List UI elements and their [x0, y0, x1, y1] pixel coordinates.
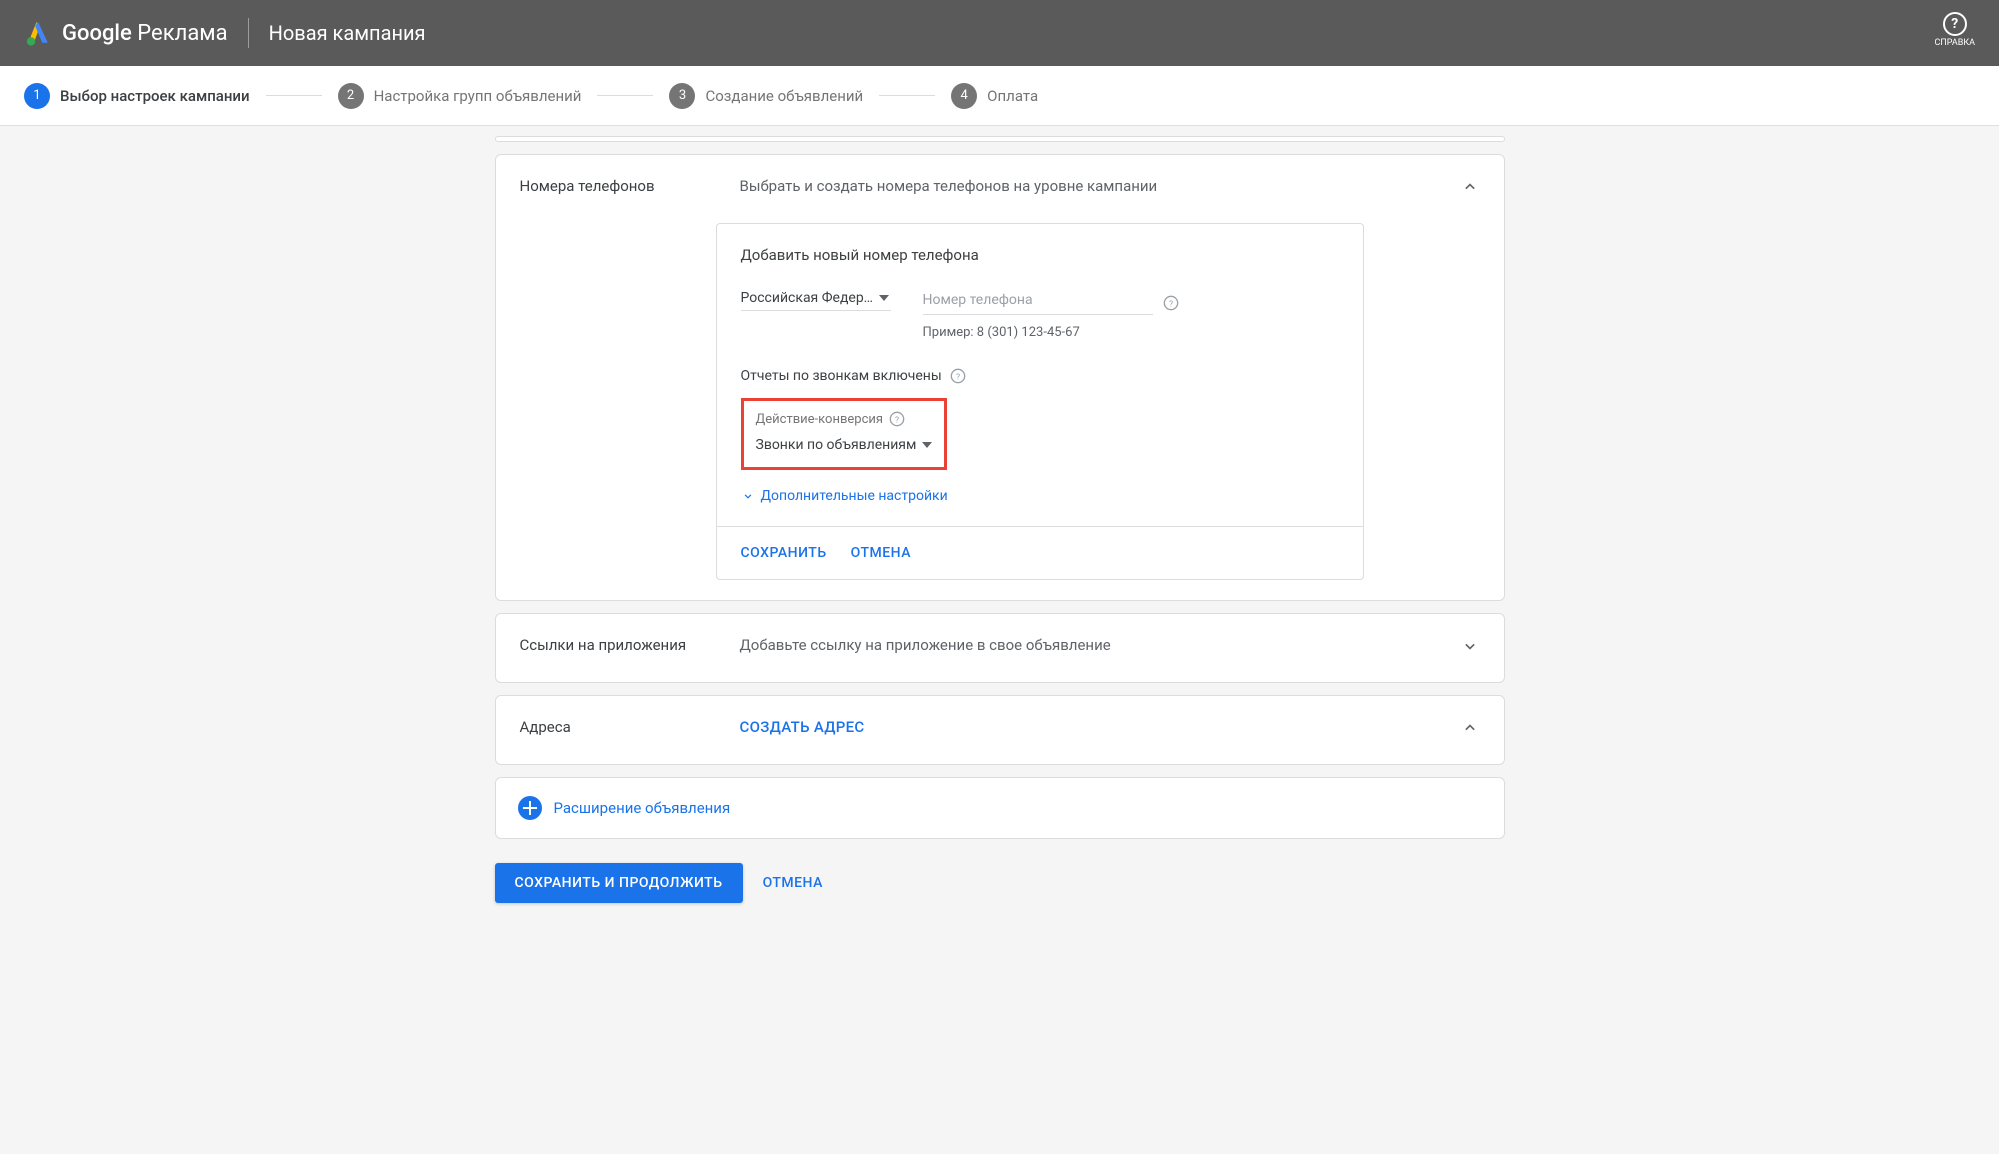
stepper: 1 Выбор настроек кампании 2 Настройка гр…: [0, 66, 1999, 126]
dropdown-icon: [879, 295, 889, 301]
svg-text:?: ?: [1168, 299, 1172, 309]
help-label: СПРАВКА: [1935, 38, 1975, 48]
phone-numbers-panel: Номера телефонов Выбрать и создать номер…: [495, 154, 1505, 601]
panel-title: Адреса: [520, 718, 700, 736]
conversion-value: Звонки по объявлениям: [756, 437, 917, 453]
country-select[interactable]: Российская Федер…: [741, 290, 891, 311]
panel-header: Номера телефонов Выбрать и создать номер…: [496, 155, 1504, 223]
create-address-button[interactable]: СОЗДАТЬ АДРЕС: [740, 718, 1420, 736]
chevron-down-icon: [1460, 636, 1480, 656]
svg-text:?: ?: [956, 372, 960, 382]
step-label: Создание объявлений: [705, 87, 863, 105]
advanced-label: Дополнительные настройки: [761, 488, 948, 504]
cancel-button[interactable]: ОТМЕНА: [763, 875, 823, 891]
step-number: 3: [669, 83, 695, 109]
add-extension-button[interactable]: [518, 796, 542, 820]
collapsed-panel-sliver: [495, 136, 1505, 142]
help-icon[interactable]: ?: [950, 368, 966, 384]
call-reports-row: Отчеты по звонкам включены ?: [741, 368, 1339, 384]
panel-title: Ссылки на приложения: [520, 636, 700, 654]
save-and-continue-button[interactable]: СОХРАНИТЬ И ПРОДОЛЖИТЬ: [495, 863, 743, 903]
step-3[interactable]: 3 Создание объявлений: [669, 83, 863, 109]
panel-description: Добавьте ссылку на приложение в свое объ…: [740, 636, 1420, 654]
logo: Google Реклама: [24, 19, 228, 47]
step-4[interactable]: 4 Оплата: [951, 83, 1038, 109]
divider: [248, 18, 249, 48]
main-content: Номера телефонов Выбрать и создать номер…: [495, 126, 1505, 933]
help-icon[interactable]: ?: [889, 411, 905, 427]
google-ads-icon: [24, 19, 52, 47]
step-1[interactable]: 1 Выбор настроек кампании: [24, 83, 250, 109]
phone-input[interactable]: [923, 290, 1153, 315]
save-button[interactable]: СОХРАНИТЬ: [741, 545, 827, 561]
reports-label: Отчеты по звонкам включены: [741, 368, 942, 384]
chevron-down-icon: [741, 489, 755, 503]
collapse-button[interactable]: [1460, 177, 1480, 201]
add-extension-label[interactable]: Расширение объявления: [554, 799, 731, 817]
conversion-select[interactable]: Звонки по объявлениям: [756, 437, 933, 453]
dropdown-icon: [922, 442, 932, 448]
step-connector: [597, 95, 653, 96]
product-name: Google Реклама: [62, 21, 228, 46]
app-links-panel[interactable]: Ссылки на приложения Добавьте ссылку на …: [495, 613, 1505, 683]
card-footer: СОХРАНИТЬ ОТМЕНА: [717, 526, 1363, 579]
collapse-button[interactable]: [1460, 718, 1480, 742]
panel-description: Выбрать и создать номера телефонов на ур…: [740, 177, 1420, 195]
chevron-up-icon: [1460, 718, 1480, 738]
help-icon[interactable]: ?: [1163, 295, 1179, 311]
step-number: 1: [24, 83, 50, 109]
plus-icon: [523, 801, 537, 815]
step-2[interactable]: 2 Настройка групп объявлений: [338, 83, 582, 109]
step-number: 4: [951, 83, 977, 109]
add-phone-card: Добавить новый номер телефона Российская…: [716, 223, 1364, 580]
country-value: Российская Федер…: [741, 290, 874, 306]
form-footer: СОХРАНИТЬ И ПРОДОЛЖИТЬ ОТМЕНА: [495, 863, 1505, 903]
chevron-up-icon: [1460, 177, 1480, 197]
phone-hint: Пример: 8 (301) 123-45-67: [923, 325, 1339, 340]
step-number: 2: [338, 83, 364, 109]
app-header: Google Реклама Новая кампания ? СПРАВКА: [0, 0, 1999, 66]
svg-text:?: ?: [895, 415, 899, 425]
step-connector: [266, 95, 322, 96]
card-title: Добавить новый номер телефона: [741, 246, 1339, 264]
help-icon: ?: [1943, 12, 1967, 36]
conversion-action-highlight: Действие-конверсия ? Звонки по объявлени…: [741, 398, 948, 470]
conversion-label: Действие-конверсия ?: [756, 411, 933, 427]
page-subtitle: Новая кампания: [269, 21, 426, 45]
step-label: Настройка групп объявлений: [374, 87, 582, 105]
help-button[interactable]: ? СПРАВКА: [1935, 12, 1975, 48]
step-connector: [879, 95, 935, 96]
addresses-panel: Адреса СОЗДАТЬ АДРЕС: [495, 695, 1505, 765]
ad-extension-panel: Расширение объявления: [495, 777, 1505, 839]
advanced-settings-link[interactable]: Дополнительные настройки: [741, 488, 1339, 504]
panel-title: Номера телефонов: [520, 177, 700, 195]
step-label: Выбор настроек кампании: [60, 87, 250, 105]
step-label: Оплата: [987, 87, 1038, 105]
cancel-button[interactable]: ОТМЕНА: [851, 545, 911, 561]
expand-button[interactable]: [1460, 636, 1480, 660]
